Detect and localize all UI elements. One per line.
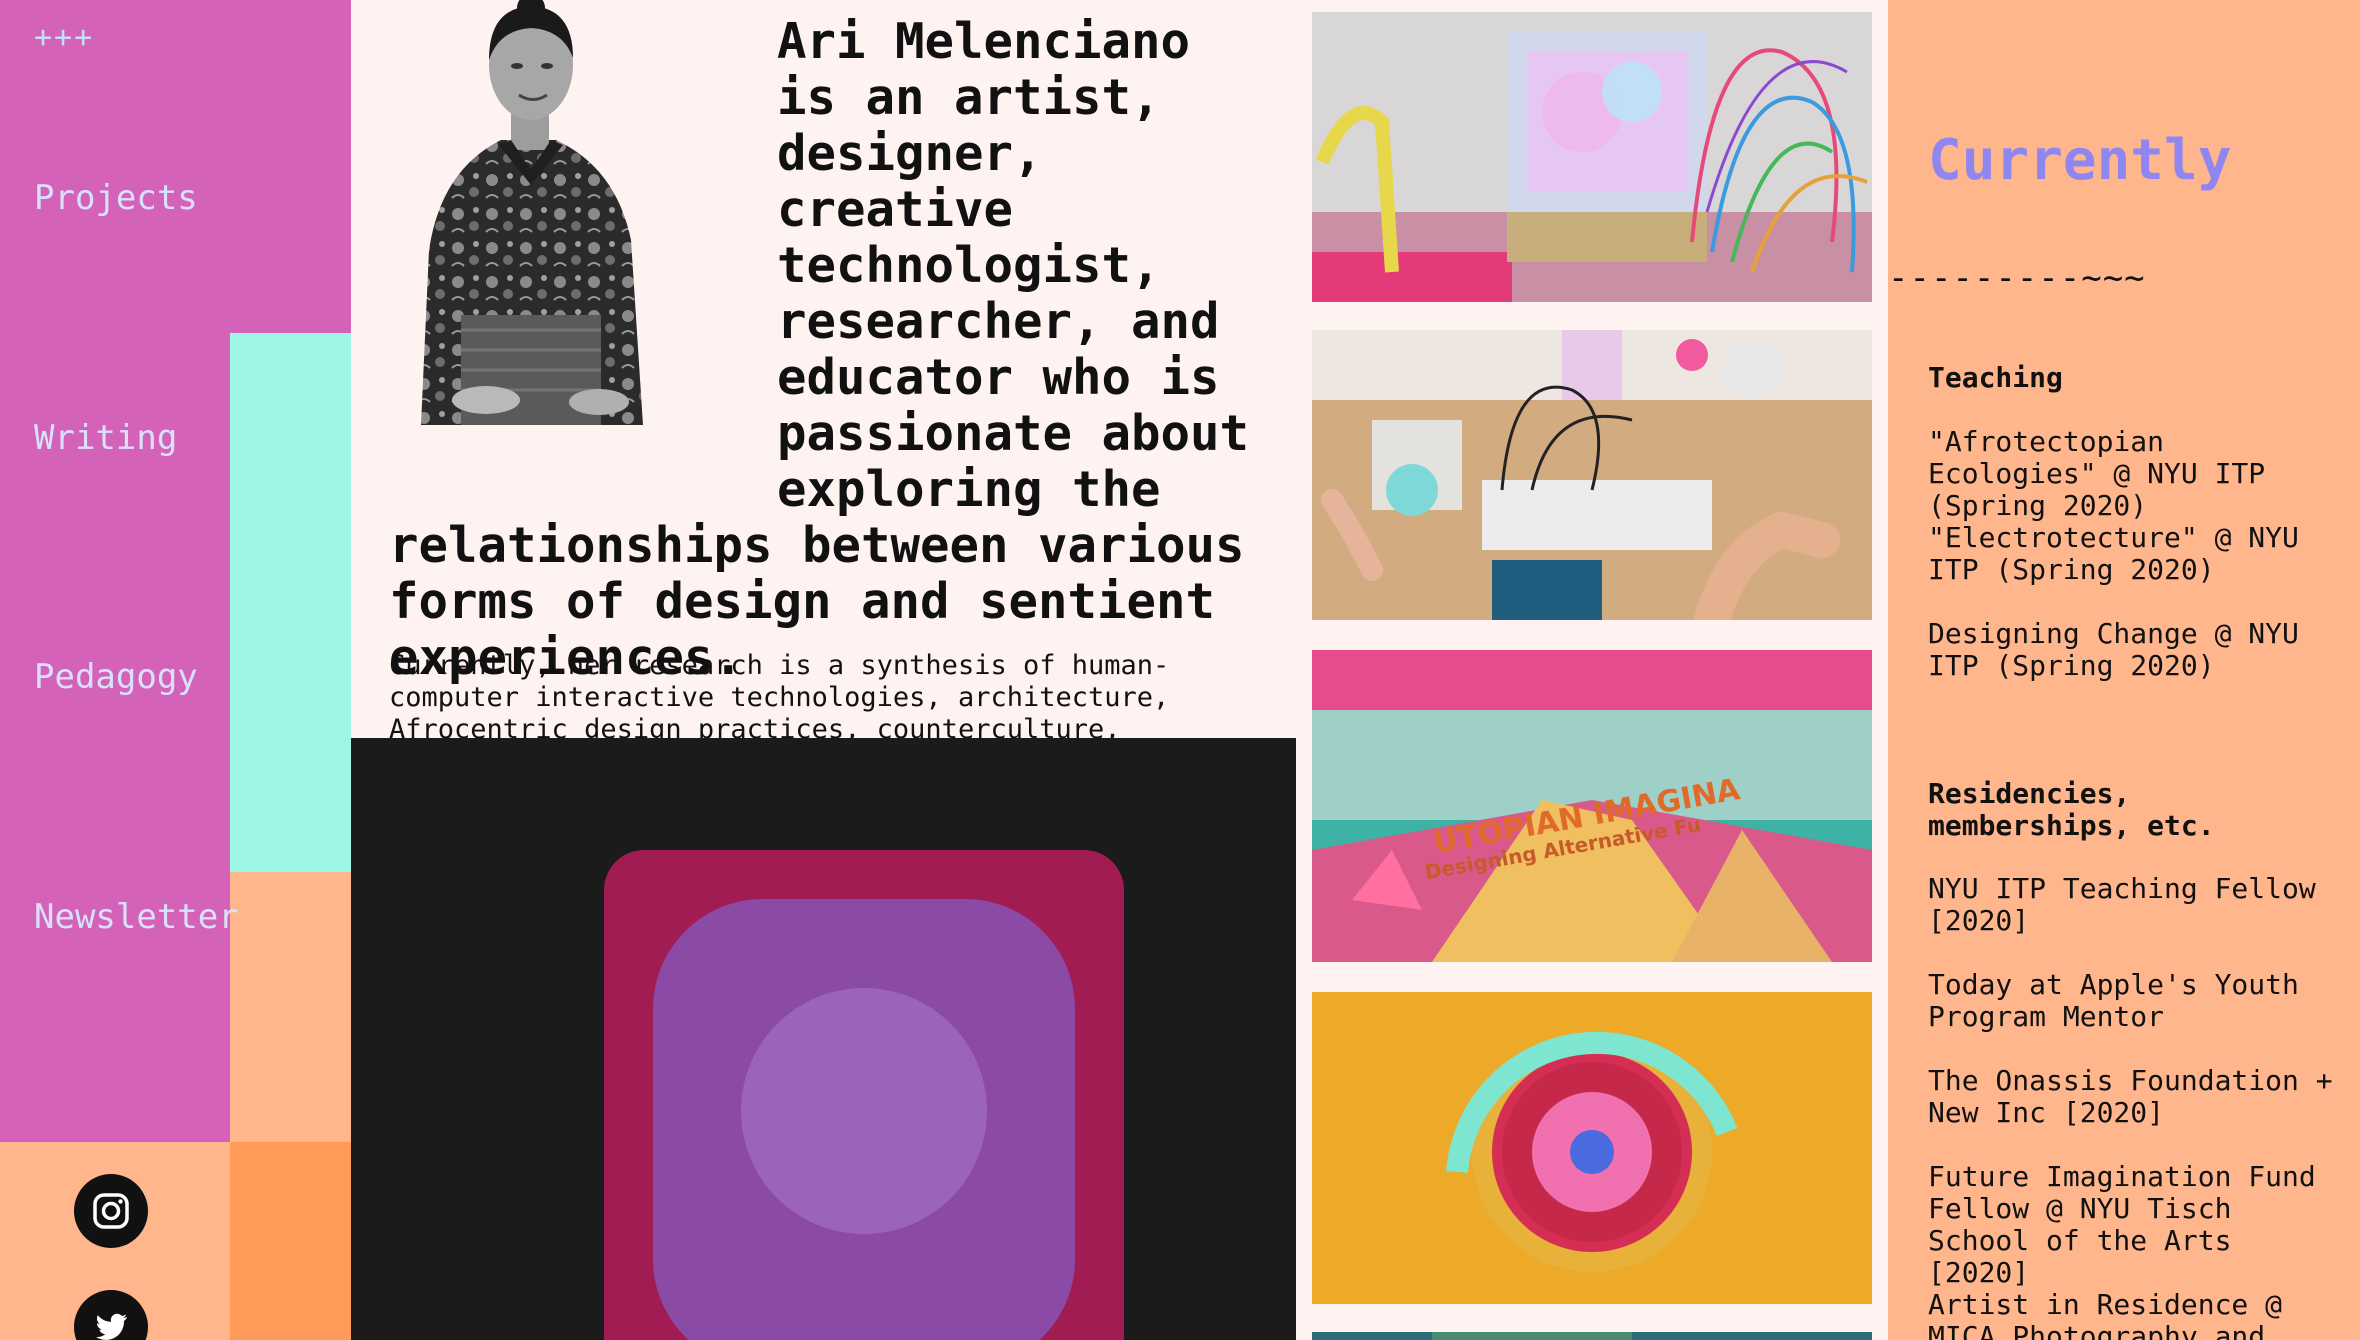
nav-link-pedagogy[interactable]: Pedagogy: [34, 657, 198, 697]
twitter-icon: [96, 1313, 127, 1340]
breadboard-arduino-image: [1312, 330, 1872, 620]
teaching-item: Designing Change @ NYU ITP (Spring 2020): [1928, 617, 2299, 682]
featured-artwork[interactable]: [351, 738, 1296, 1340]
sidebar-peach-block: [230, 872, 351, 1142]
nav-link-writing[interactable]: Writing: [34, 418, 177, 458]
project-thumbnail[interactable]: [1312, 12, 1872, 302]
electronics-sculpture-image: [1312, 12, 1872, 302]
partial-thumbnail-image: [1312, 1332, 1872, 1340]
currently-title: Currently: [1928, 128, 2232, 193]
teaching-item: "Afrotectopian Ecologies" @ NYU ITP (Spr…: [1928, 425, 2266, 522]
residency-item: Today at Apple's Youth Program Mentor: [1928, 968, 2299, 1033]
residencies-heading: Residencies, memberships, etc.: [1928, 777, 2215, 842]
project-thumbnail[interactable]: UTOPIAN IMAGINA Designing Alternative Fu: [1312, 650, 1872, 962]
residency-item: Future Imagination Fund Fellow @ NYU Tis…: [1928, 1160, 2316, 1289]
project-thumbnail[interactable]: [1312, 1332, 1872, 1340]
project-thumbnail[interactable]: [1312, 330, 1872, 620]
intro-headline: Ari Melenciano is an artist, designer, c…: [389, 14, 1269, 686]
instagram-icon: [93, 1193, 129, 1229]
residency-item: NYU ITP Teaching Fellow [2020]: [1928, 872, 2316, 937]
sidebar-teal-block: [230, 333, 351, 872]
teaching-heading: Teaching: [1928, 361, 2063, 394]
sidebar-orange-block: [230, 1142, 351, 1340]
project-thumbnail[interactable]: [1312, 992, 1872, 1304]
abstract-ring-image: [1312, 992, 1872, 1304]
teaching-item: "Electrotecture" @ NYU ITP (Spring 2020): [1928, 521, 2299, 586]
currently-divider: ---------~~~: [1888, 258, 2146, 298]
nav-link-projects[interactable]: Projects: [34, 178, 198, 218]
currently-panel: Currently ---------~~~ Teaching "Afrotec…: [1888, 0, 2360, 1340]
left-sidebar: +++ Projects Writing Pedagogy Newsletter: [0, 0, 351, 1340]
nav-link-newsletter[interactable]: Newsletter: [34, 897, 239, 937]
instagram-link[interactable]: [74, 1174, 148, 1248]
residency-item: Artist in Residence @ MICA Photography a…: [1928, 1288, 2283, 1340]
portrait-spacer: [389, 14, 777, 494]
residency-item: The Onassis Foundation + New Inc [2020]: [1928, 1064, 2333, 1129]
site-logo-link[interactable]: +++: [34, 20, 94, 55]
artwork-inner-circle: [741, 988, 987, 1234]
intro-paragraph: Currently, her research is a synthesis o…: [389, 650, 1170, 738]
intro-section: Ari Melenciano is an artist, designer, c…: [351, 0, 1296, 738]
utopian-imaginaries-image: UTOPIAN IMAGINA Designing Alternative Fu: [1312, 650, 1872, 962]
project-thumbnails: UTOPIAN IMAGINA Designing Alternative Fu: [1296, 0, 1888, 1340]
